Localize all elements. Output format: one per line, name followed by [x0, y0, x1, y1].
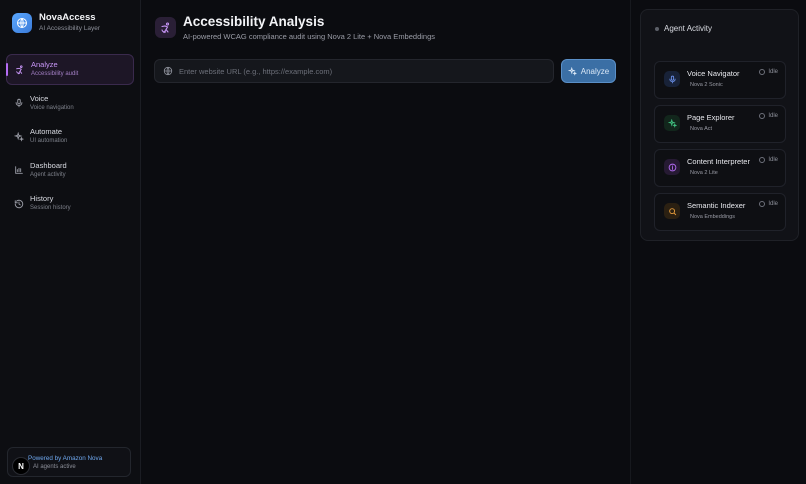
- sidebar-item-label: Dashboard: [30, 160, 67, 170]
- sidebar-item-sublabel: UI automation: [30, 138, 68, 144]
- history-icon: [14, 199, 24, 209]
- sparkle-icon: [664, 115, 680, 131]
- analyze-button[interactable]: Analyze: [561, 59, 616, 83]
- url-input[interactable]: [179, 66, 539, 76]
- sidebar: NovaAccess AI Accessibility Layer Analyz…: [0, 0, 141, 484]
- agents-status-label: AI agents active: [33, 464, 76, 470]
- status-label: Idle: [768, 69, 778, 75]
- status-label: Idle: [768, 157, 778, 163]
- sidebar-item-label: Automate: [30, 127, 63, 136]
- agent-name: Page Explorer: [687, 113, 735, 122]
- status-ring-icon: [759, 113, 766, 119]
- sidebar-item-label: Voice: [30, 93, 49, 103]
- status-badge: Idle: [759, 157, 778, 163]
- main-content: Accessibility Analysis AI-powered WCAG c…: [141, 0, 630, 484]
- agent-card-content-interpreter[interactable]: Content Interpreter Nova 2 Lite Idle: [654, 149, 786, 187]
- agent-name: Voice Navigator: [687, 69, 740, 78]
- sidebar-item-automate[interactable]: Automate UI automation: [6, 121, 134, 152]
- status-badge: Idle: [759, 113, 778, 119]
- agent-card-voice-navigator[interactable]: Voice Navigator Nova 2 Sonic Idle: [654, 61, 786, 99]
- sidebar-item-label: History: [30, 194, 54, 203]
- agent-model: Nova Embeddings: [690, 214, 735, 220]
- status-ring-icon: [759, 201, 766, 207]
- status-label: Idle: [768, 113, 778, 119]
- panel-title: Agent Activity: [664, 24, 713, 33]
- accessibility-icon: [155, 17, 176, 38]
- agent-name: Semantic Indexer: [687, 201, 746, 210]
- sparkle-icon: [567, 66, 577, 76]
- agent-model: Nova Act: [690, 126, 713, 132]
- brand-title: NovaAccess: [39, 12, 96, 23]
- agent-card-semantic-indexer[interactable]: Semantic Indexer Nova Embeddings Idle: [654, 193, 786, 231]
- sidebar-item-sublabel: Agent activity: [30, 171, 66, 178]
- agent-name: Content Interpreter: [687, 157, 750, 166]
- analyze-button-label: Analyze: [580, 66, 610, 76]
- microphone-icon: [14, 98, 24, 108]
- page-subtitle: AI-powered WCAG compliance audit using N…: [183, 32, 436, 41]
- status-badge: Idle: [759, 69, 778, 75]
- sidebar-nav: Analyze Accessibility audit Voice Voice …: [6, 54, 134, 222]
- globe-icon: [163, 66, 173, 76]
- sidebar-item-sublabel: Session history: [30, 205, 71, 211]
- powered-by-card: N Powered by Amazon Nova AI agents activ…: [7, 447, 131, 477]
- sidebar-item-dashboard[interactable]: Dashboard Agent activity: [6, 155, 134, 186]
- status-badge: Idle: [759, 201, 778, 207]
- brand-subtitle: AI Accessibility Layer: [39, 25, 101, 32]
- sparkle-icon: [14, 131, 24, 142]
- agent-model: Nova 2 Lite: [690, 170, 718, 176]
- page-title: Accessibility Analysis: [183, 14, 325, 29]
- status-ring-icon: [759, 157, 766, 163]
- info-icon: [664, 159, 680, 175]
- powered-by-label: Powered by Amazon Nova: [28, 455, 103, 462]
- agent-card-page-explorer[interactable]: Page Explorer Nova Act Idle: [654, 105, 786, 143]
- agent-activity-panel: Agent Activity Voice Navigator Nova 2 So…: [640, 9, 799, 241]
- accessibility-icon: [15, 64, 25, 75]
- search-icon: [664, 203, 680, 219]
- agent-model: Nova 2 Sonic: [690, 82, 723, 88]
- brand[interactable]: NovaAccess AI Accessibility Layer: [12, 12, 100, 34]
- globe-icon: [12, 13, 32, 33]
- bar-chart-icon: [14, 165, 24, 175]
- sidebar-item-voice[interactable]: Voice Voice navigation: [6, 88, 134, 119]
- sidebar-item-label: Analyze: [31, 60, 58, 69]
- status-label: Idle: [768, 201, 778, 207]
- sidebar-item-analyze[interactable]: Analyze Accessibility audit: [6, 54, 134, 85]
- sidebar-item-sublabel: Voice navigation: [30, 104, 74, 111]
- right-sidebar: Agent Activity Voice Navigator Nova 2 So…: [630, 0, 806, 484]
- status-dot-icon: [655, 26, 659, 31]
- microphone-icon: [664, 71, 680, 87]
- sidebar-item-sublabel: Accessibility audit: [31, 71, 79, 77]
- url-input-container: [154, 59, 554, 83]
- sidebar-item-history[interactable]: History Session history: [6, 188, 134, 219]
- status-ring-icon: [759, 69, 766, 75]
